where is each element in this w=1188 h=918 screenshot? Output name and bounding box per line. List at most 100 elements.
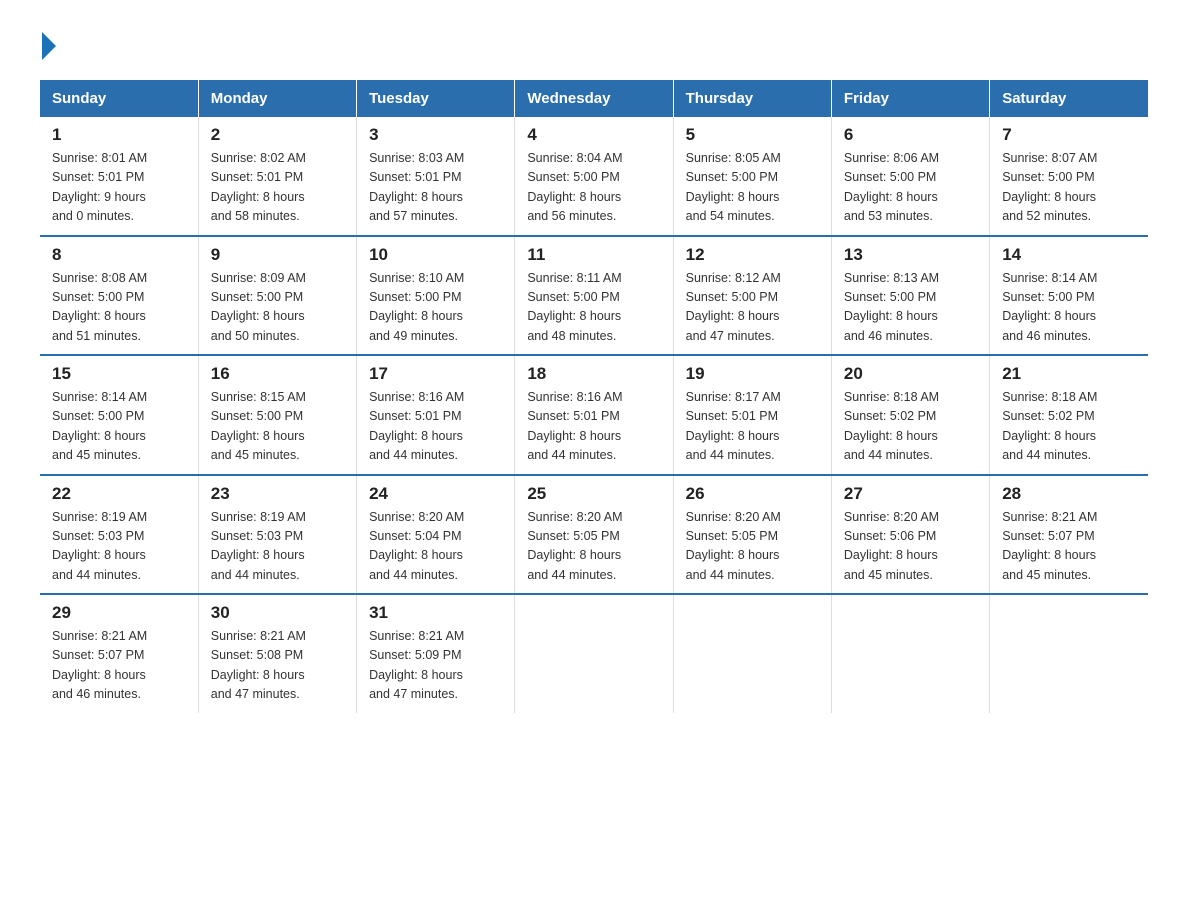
day-info: Sunrise: 8:21 AMSunset: 5:07 PMDaylight:… <box>1002 508 1136 586</box>
header-wednesday: Wednesday <box>515 80 673 117</box>
calendar-cell: 31 Sunrise: 8:21 AMSunset: 5:09 PMDaylig… <box>357 594 515 713</box>
calendar-week-row: 8 Sunrise: 8:08 AMSunset: 5:00 PMDayligh… <box>40 236 1148 356</box>
calendar-week-row: 1 Sunrise: 8:01 AMSunset: 5:01 PMDayligh… <box>40 117 1148 236</box>
day-info: Sunrise: 8:02 AMSunset: 5:01 PMDaylight:… <box>211 149 344 227</box>
day-info: Sunrise: 8:13 AMSunset: 5:00 PMDaylight:… <box>844 269 977 347</box>
day-info: Sunrise: 8:15 AMSunset: 5:00 PMDaylight:… <box>211 388 344 466</box>
day-number: 19 <box>686 364 819 384</box>
day-info: Sunrise: 8:21 AMSunset: 5:07 PMDaylight:… <box>52 627 186 705</box>
page-header <box>40 30 1148 60</box>
calendar-cell: 5 Sunrise: 8:05 AMSunset: 5:00 PMDayligh… <box>673 117 831 236</box>
day-number: 28 <box>1002 484 1136 504</box>
day-number: 11 <box>527 245 660 265</box>
calendar-cell: 19 Sunrise: 8:17 AMSunset: 5:01 PMDaylig… <box>673 355 831 475</box>
day-number: 7 <box>1002 125 1136 145</box>
day-number: 2 <box>211 125 344 145</box>
day-number: 21 <box>1002 364 1136 384</box>
calendar-cell: 26 Sunrise: 8:20 AMSunset: 5:05 PMDaylig… <box>673 475 831 595</box>
day-number: 24 <box>369 484 502 504</box>
calendar-cell: 30 Sunrise: 8:21 AMSunset: 5:08 PMDaylig… <box>198 594 356 713</box>
day-number: 3 <box>369 125 502 145</box>
calendar-cell: 24 Sunrise: 8:20 AMSunset: 5:04 PMDaylig… <box>357 475 515 595</box>
day-info: Sunrise: 8:07 AMSunset: 5:00 PMDaylight:… <box>1002 149 1136 227</box>
calendar-cell: 13 Sunrise: 8:13 AMSunset: 5:00 PMDaylig… <box>831 236 989 356</box>
day-number: 10 <box>369 245 502 265</box>
day-number: 5 <box>686 125 819 145</box>
day-number: 29 <box>52 603 186 623</box>
day-number: 22 <box>52 484 186 504</box>
calendar-cell: 16 Sunrise: 8:15 AMSunset: 5:00 PMDaylig… <box>198 355 356 475</box>
day-info: Sunrise: 8:16 AMSunset: 5:01 PMDaylight:… <box>527 388 660 466</box>
calendar-cell: 18 Sunrise: 8:16 AMSunset: 5:01 PMDaylig… <box>515 355 673 475</box>
calendar-cell: 25 Sunrise: 8:20 AMSunset: 5:05 PMDaylig… <box>515 475 673 595</box>
day-info: Sunrise: 8:04 AMSunset: 5:00 PMDaylight:… <box>527 149 660 227</box>
day-info: Sunrise: 8:06 AMSunset: 5:00 PMDaylight:… <box>844 149 977 227</box>
calendar-cell: 21 Sunrise: 8:18 AMSunset: 5:02 PMDaylig… <box>990 355 1148 475</box>
calendar-cell: 2 Sunrise: 8:02 AMSunset: 5:01 PMDayligh… <box>198 117 356 236</box>
day-info: Sunrise: 8:16 AMSunset: 5:01 PMDaylight:… <box>369 388 502 466</box>
header-monday: Monday <box>198 80 356 117</box>
header-sunday: Sunday <box>40 80 198 117</box>
calendar-cell: 23 Sunrise: 8:19 AMSunset: 5:03 PMDaylig… <box>198 475 356 595</box>
day-number: 1 <box>52 125 186 145</box>
day-info: Sunrise: 8:20 AMSunset: 5:06 PMDaylight:… <box>844 508 977 586</box>
day-info: Sunrise: 8:09 AMSunset: 5:00 PMDaylight:… <box>211 269 344 347</box>
day-info: Sunrise: 8:19 AMSunset: 5:03 PMDaylight:… <box>211 508 344 586</box>
calendar-cell: 12 Sunrise: 8:12 AMSunset: 5:00 PMDaylig… <box>673 236 831 356</box>
calendar-cell: 4 Sunrise: 8:04 AMSunset: 5:00 PMDayligh… <box>515 117 673 236</box>
calendar-cell <box>990 594 1148 713</box>
calendar-cell: 6 Sunrise: 8:06 AMSunset: 5:00 PMDayligh… <box>831 117 989 236</box>
day-info: Sunrise: 8:08 AMSunset: 5:00 PMDaylight:… <box>52 269 186 347</box>
day-number: 9 <box>211 245 344 265</box>
day-number: 14 <box>1002 245 1136 265</box>
calendar-cell: 1 Sunrise: 8:01 AMSunset: 5:01 PMDayligh… <box>40 117 198 236</box>
day-info: Sunrise: 8:10 AMSunset: 5:00 PMDaylight:… <box>369 269 502 347</box>
calendar-cell: 27 Sunrise: 8:20 AMSunset: 5:06 PMDaylig… <box>831 475 989 595</box>
calendar-cell: 7 Sunrise: 8:07 AMSunset: 5:00 PMDayligh… <box>990 117 1148 236</box>
calendar-cell: 9 Sunrise: 8:09 AMSunset: 5:00 PMDayligh… <box>198 236 356 356</box>
header-saturday: Saturday <box>990 80 1148 117</box>
logo <box>40 30 56 60</box>
calendar-cell: 10 Sunrise: 8:10 AMSunset: 5:00 PMDaylig… <box>357 236 515 356</box>
calendar-cell <box>831 594 989 713</box>
calendar-cell: 8 Sunrise: 8:08 AMSunset: 5:00 PMDayligh… <box>40 236 198 356</box>
day-info: Sunrise: 8:05 AMSunset: 5:00 PMDaylight:… <box>686 149 819 227</box>
day-number: 4 <box>527 125 660 145</box>
day-info: Sunrise: 8:20 AMSunset: 5:05 PMDaylight:… <box>686 508 819 586</box>
calendar-week-row: 29 Sunrise: 8:21 AMSunset: 5:07 PMDaylig… <box>40 594 1148 713</box>
day-number: 20 <box>844 364 977 384</box>
day-info: Sunrise: 8:11 AMSunset: 5:00 PMDaylight:… <box>527 269 660 347</box>
day-number: 26 <box>686 484 819 504</box>
calendar-week-row: 15 Sunrise: 8:14 AMSunset: 5:00 PMDaylig… <box>40 355 1148 475</box>
calendar-header-row: Sunday Monday Tuesday Wednesday Thursday… <box>40 80 1148 117</box>
day-info: Sunrise: 8:17 AMSunset: 5:01 PMDaylight:… <box>686 388 819 466</box>
day-info: Sunrise: 8:14 AMSunset: 5:00 PMDaylight:… <box>1002 269 1136 347</box>
calendar-cell <box>515 594 673 713</box>
header-tuesday: Tuesday <box>357 80 515 117</box>
day-number: 16 <box>211 364 344 384</box>
day-number: 17 <box>369 364 502 384</box>
calendar-cell: 3 Sunrise: 8:03 AMSunset: 5:01 PMDayligh… <box>357 117 515 236</box>
day-number: 23 <box>211 484 344 504</box>
calendar-table: Sunday Monday Tuesday Wednesday Thursday… <box>40 80 1148 713</box>
day-info: Sunrise: 8:01 AMSunset: 5:01 PMDaylight:… <box>52 149 186 227</box>
calendar-cell: 15 Sunrise: 8:14 AMSunset: 5:00 PMDaylig… <box>40 355 198 475</box>
calendar-week-row: 22 Sunrise: 8:19 AMSunset: 5:03 PMDaylig… <box>40 475 1148 595</box>
day-number: 8 <box>52 245 186 265</box>
day-number: 6 <box>844 125 977 145</box>
calendar-cell: 29 Sunrise: 8:21 AMSunset: 5:07 PMDaylig… <box>40 594 198 713</box>
day-number: 13 <box>844 245 977 265</box>
day-info: Sunrise: 8:21 AMSunset: 5:09 PMDaylight:… <box>369 627 502 705</box>
day-number: 18 <box>527 364 660 384</box>
day-info: Sunrise: 8:18 AMSunset: 5:02 PMDaylight:… <box>844 388 977 466</box>
day-info: Sunrise: 8:03 AMSunset: 5:01 PMDaylight:… <box>369 149 502 227</box>
calendar-cell: 17 Sunrise: 8:16 AMSunset: 5:01 PMDaylig… <box>357 355 515 475</box>
day-number: 12 <box>686 245 819 265</box>
day-number: 15 <box>52 364 186 384</box>
day-info: Sunrise: 8:14 AMSunset: 5:00 PMDaylight:… <box>52 388 186 466</box>
calendar-cell: 20 Sunrise: 8:18 AMSunset: 5:02 PMDaylig… <box>831 355 989 475</box>
day-info: Sunrise: 8:18 AMSunset: 5:02 PMDaylight:… <box>1002 388 1136 466</box>
calendar-cell: 22 Sunrise: 8:19 AMSunset: 5:03 PMDaylig… <box>40 475 198 595</box>
day-number: 30 <box>211 603 344 623</box>
day-info: Sunrise: 8:21 AMSunset: 5:08 PMDaylight:… <box>211 627 344 705</box>
